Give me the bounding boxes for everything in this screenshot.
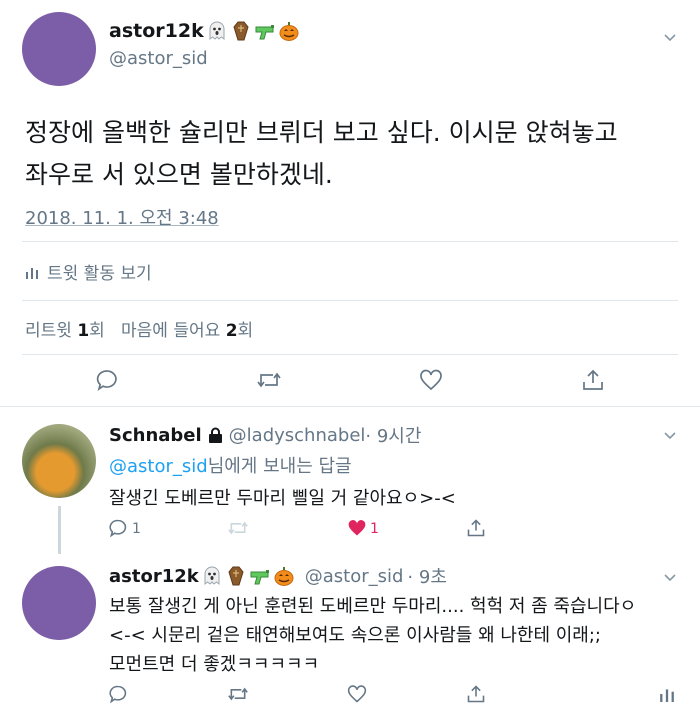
replying-to: @astor_sid님에게 보내는 답글 — [109, 452, 352, 478]
liked-heart-icon — [348, 520, 366, 536]
author-name-text[interactable]: astor12k — [109, 20, 204, 42]
author-name[interactable]: Schnabel — [109, 425, 202, 446]
water-gun-icon — [255, 25, 274, 40]
like-button[interactable] — [346, 683, 368, 705]
reply-time[interactable]: · 9시간 — [365, 422, 421, 448]
reply-header: Schnabel @ladyschnabel · 9시간 — [109, 422, 421, 448]
like-icon — [347, 685, 367, 703]
retweet-button[interactable] — [227, 517, 249, 539]
like-count: 2 — [225, 321, 238, 341]
retweet-icon — [228, 687, 248, 701]
share-button[interactable] — [465, 683, 487, 705]
reply-button[interactable] — [107, 517, 129, 539]
avatar[interactable] — [22, 566, 96, 640]
reply-header: astor12k @astor_sid · 9초 — [109, 563, 447, 589]
like-label: 마음에 들어요 — [121, 321, 221, 341]
share-icon — [583, 369, 603, 390]
author-name[interactable]: astor12k — [109, 20, 300, 42]
author-name-text[interactable]: astor12k — [109, 566, 199, 587]
like-button[interactable] — [346, 517, 368, 539]
retweet-button[interactable] — [227, 683, 249, 705]
chevron-down-icon[interactable] — [663, 428, 677, 442]
pumpkin-icon — [279, 22, 299, 41]
author-name[interactable]: astor12k — [109, 565, 295, 587]
like-unit: 회 — [237, 321, 254, 341]
author-handle[interactable]: @astor_sid — [305, 566, 404, 587]
divider — [22, 241, 678, 242]
reply-icon — [109, 519, 127, 538]
reply-count: 1 — [132, 521, 141, 537]
coffin-icon — [228, 566, 244, 586]
bar-chart-icon — [660, 689, 674, 702]
like-stat[interactable]: 마음에 들어요 2회 — [121, 321, 253, 341]
like-count: 1 — [370, 521, 379, 537]
divider — [22, 354, 678, 355]
tweet-text-line: 정장에 올백한 슐리만 브뤼더 보고 싶다. 이시문 앉혀놓고 — [25, 118, 618, 147]
divider — [0, 406, 700, 407]
reply-text-line: 모먼트면 더 좋겠ㅋㅋㅋㅋㅋ — [109, 654, 320, 675]
avatar[interactable] — [22, 12, 96, 86]
tweet-activity-label[interactable]: 트윗 활동 보기 — [47, 259, 152, 284]
share-icon — [467, 685, 485, 703]
replying-to-label: 님에게 보내는 답글 — [207, 456, 352, 477]
retweet-button[interactable] — [256, 367, 282, 393]
retweet-stat[interactable]: 리트윗 1회 — [25, 321, 105, 341]
chevron-down-icon[interactable] — [663, 30, 677, 44]
like-button[interactable] — [418, 367, 444, 393]
reply-text: 잘생긴 도베르만 두마리 삘일 거 같아요ㅇ>-< — [109, 488, 456, 509]
reply-icon — [96, 370, 117, 392]
retweet-icon — [228, 521, 248, 535]
divider — [22, 300, 678, 301]
tweet-stats: 리트윗 1회 마음에 들어요 2회 — [25, 316, 253, 341]
thread-connector — [58, 506, 61, 554]
coffin-icon — [233, 21, 249, 41]
reply-text-line: <-< 시문리 겉은 태연해보여도 속으론 이사람들 왜 나한테 이래;; — [109, 625, 601, 646]
water-gun-icon — [250, 570, 269, 585]
bar-chart-icon — [26, 267, 38, 279]
author-handle[interactable]: @ladyschnabel — [229, 425, 366, 446]
share-button[interactable] — [580, 367, 606, 393]
analytics-button[interactable] — [656, 683, 678, 705]
reply-button[interactable] — [107, 683, 129, 705]
like-icon — [420, 369, 442, 391]
retweet-icon — [257, 372, 281, 388]
share-button[interactable] — [465, 517, 487, 539]
ghost-icon — [209, 21, 225, 41]
lock-icon — [208, 427, 222, 443]
tweet-text: 정장에 올백한 슐리만 브뤼더 보고 싶다. 이시문 앉혀놓고 좌우로 서 있으… — [25, 112, 675, 196]
pumpkin-icon — [274, 567, 294, 586]
ghost-icon — [204, 566, 220, 586]
reply-button[interactable] — [94, 367, 120, 393]
reply-icon — [109, 685, 127, 704]
tweet-activity-link[interactable]: 트윗 활동 보기 — [25, 259, 152, 284]
retweet-label: 리트윗 — [25, 321, 72, 341]
retweet-unit: 회 — [89, 321, 105, 341]
reply-text-line: 보통 잘생긴 게 아닌 훈련된 도베르만 두마리.... 헉헉 저 좀 죽습니다… — [109, 596, 637, 617]
retweet-count: 1 — [77, 321, 90, 341]
mention-link[interactable]: @astor_sid — [109, 456, 208, 477]
tweet-timestamp[interactable]: 2018. 11. 1. 오전 3:48 — [25, 204, 219, 230]
reply-time[interactable]: · 9초 — [407, 563, 446, 589]
author-handle[interactable]: @astor_sid — [109, 48, 208, 69]
reply-text: 보통 잘생긴 게 아닌 훈련된 도베르만 두마리.... 헉헉 저 좀 죽습니다… — [109, 592, 679, 679]
chevron-down-icon[interactable] — [663, 570, 677, 584]
share-icon — [467, 519, 485, 537]
tweet-text-line: 좌우로 서 있으면 볼만하겠네. — [25, 160, 333, 189]
avatar[interactable] — [22, 424, 96, 498]
